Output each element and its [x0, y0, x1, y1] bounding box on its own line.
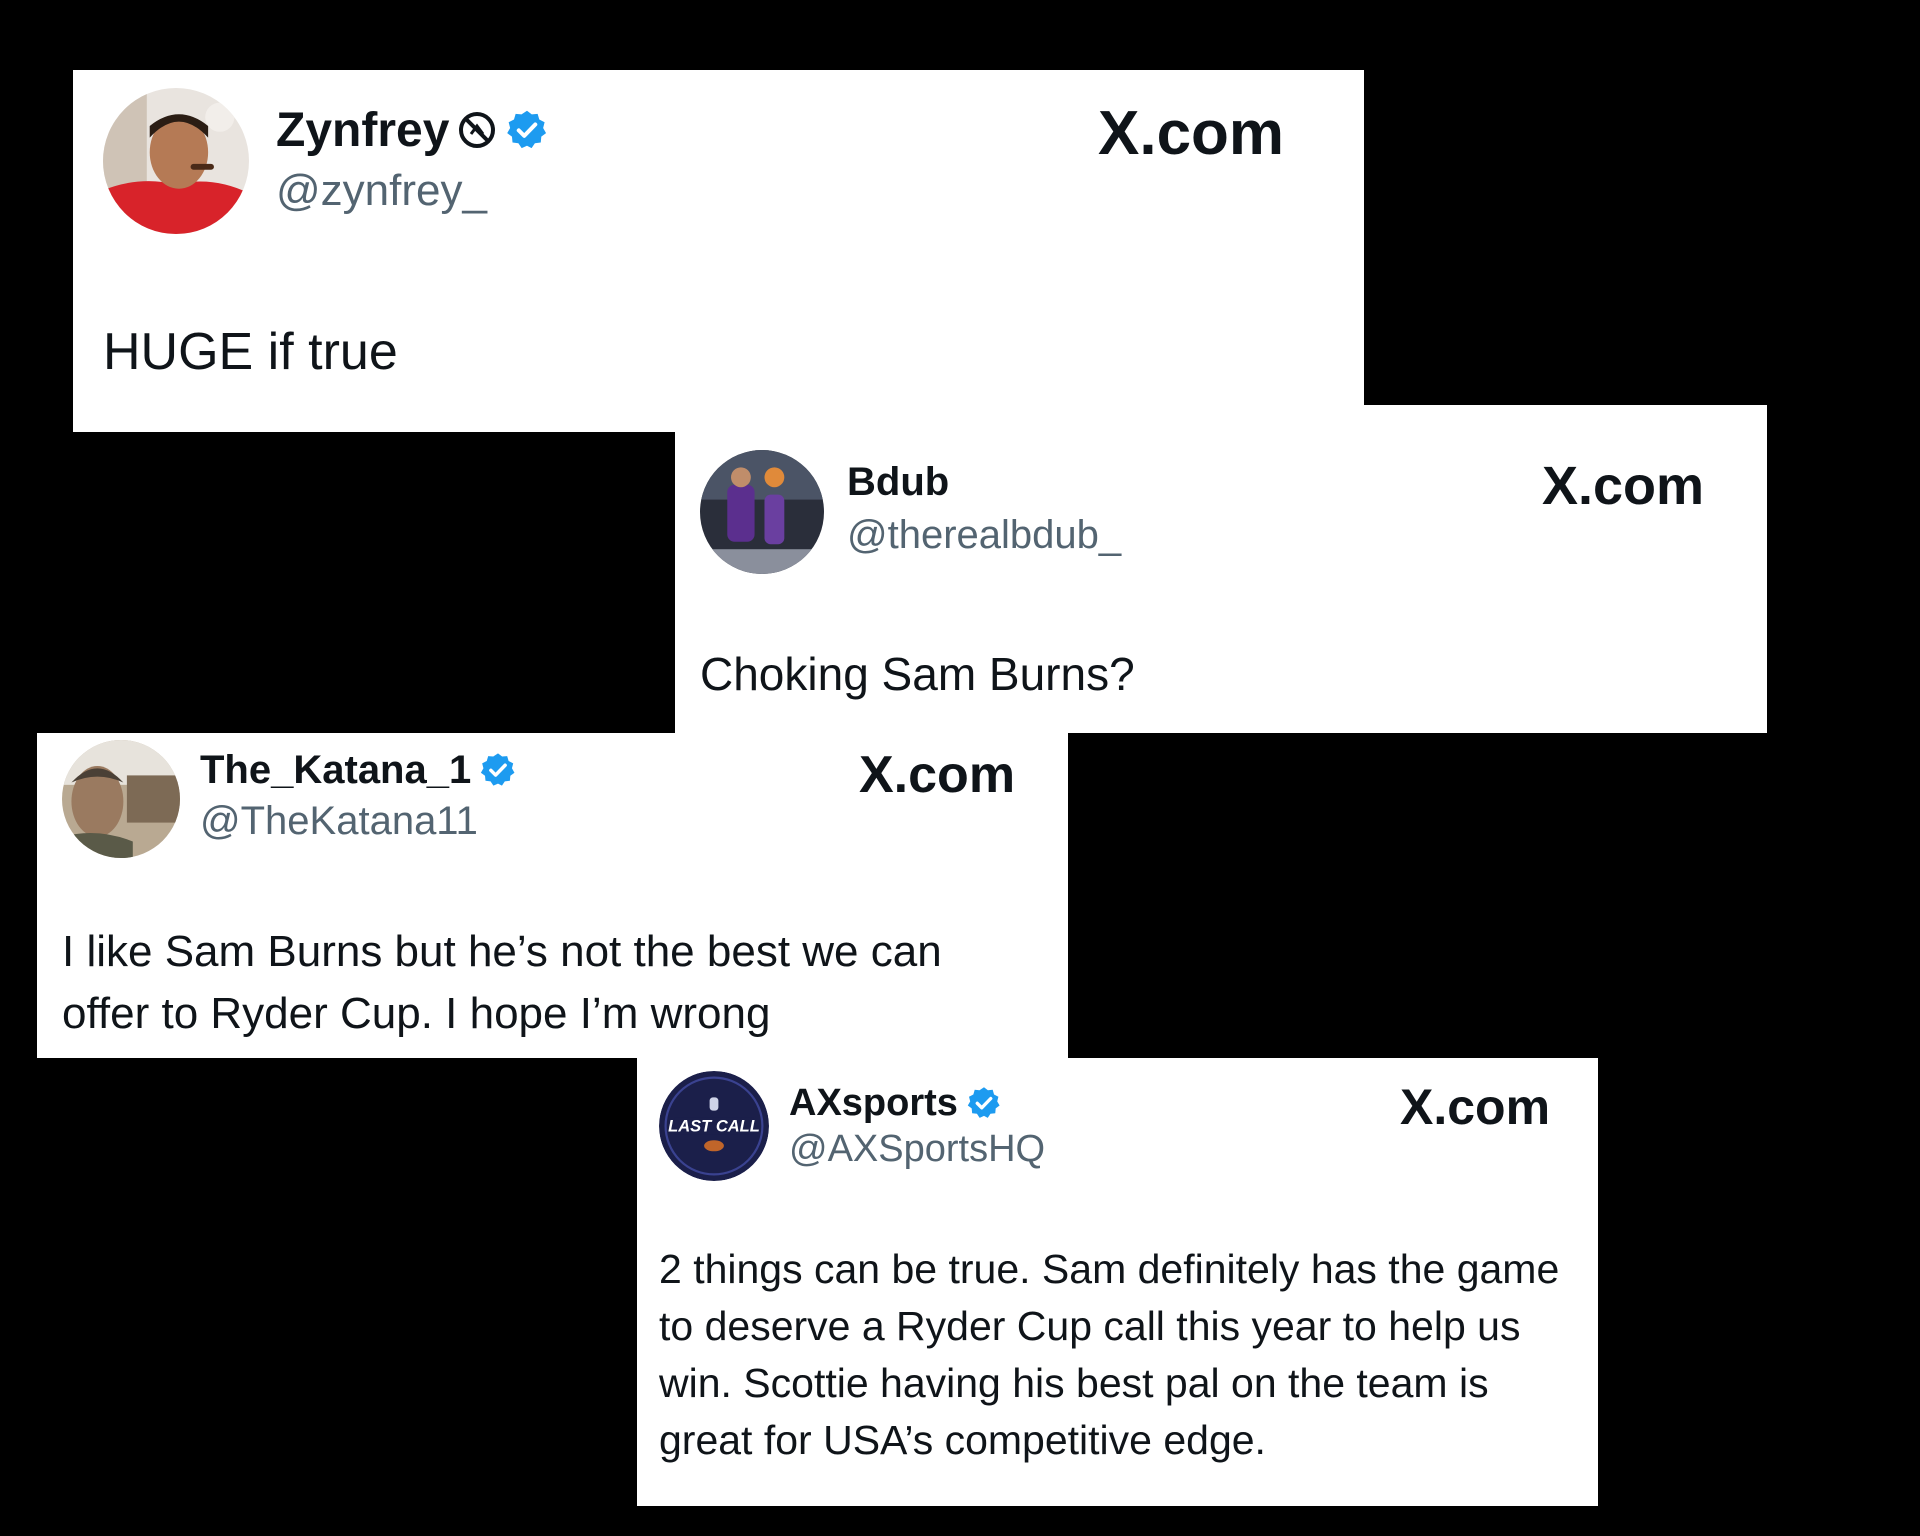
verified-badge-icon	[505, 108, 549, 152]
post-card-zynfrey: Zynfrey @zynfrey_ X.com HUGE if true	[73, 70, 1364, 432]
post-card-axsports: LAST CALL AXsports @AXSportsHQ X.com 2 t…	[637, 1058, 1598, 1506]
post-text: Choking Sam Burns?	[700, 648, 1135, 700]
avatar-logo-text: LAST CALL	[668, 1118, 760, 1136]
post-text: 2 things can be true. Sam definitely has…	[659, 1241, 1559, 1469]
handle[interactable]: @TheKatana11	[200, 799, 478, 844]
site-label: X.com	[1098, 99, 1285, 168]
post-card-the-katana-1: The_Katana_1 @TheKatana11 X.com I like S…	[37, 733, 1068, 1058]
post-text-line: 2 things can be true. Sam definitely has…	[659, 1246, 1560, 1292]
man-outdoors-avatar-icon	[62, 740, 180, 858]
display-name[interactable]: The_Katana_1	[200, 748, 471, 793]
avatar[interactable]	[700, 450, 824, 574]
post-text-line: I like Sam Burns but he’s not the best w…	[62, 927, 942, 976]
post-text-line: win. Scottie having his best pal on the …	[659, 1360, 1489, 1406]
post-card-bdub: Bdub @therealbdub_ X.com Choking Sam Bur…	[675, 405, 1767, 733]
display-name[interactable]: Bdub	[847, 460, 949, 505]
post-text-line: to deserve a Ryder Cup call this year to…	[659, 1303, 1521, 1349]
avatar[interactable]	[62, 740, 180, 858]
handle[interactable]: @AXSportsHQ	[789, 1128, 1045, 1171]
restricted-circle-icon	[457, 110, 497, 150]
site-label: X.com	[1400, 1079, 1551, 1135]
last-call-logo-avatar-icon: LAST CALL	[659, 1071, 769, 1181]
site-label: X.com	[1542, 456, 1705, 516]
handle[interactable]: @zynfrey_	[276, 166, 487, 216]
site-label: X.com	[859, 746, 1016, 804]
display-name[interactable]: AXsports	[789, 1082, 958, 1125]
post-text-line: great for USA’s competitive edge.	[659, 1417, 1266, 1463]
display-name[interactable]: Zynfrey	[276, 103, 449, 158]
post-text: HUGE if true	[103, 323, 398, 381]
verified-badge-icon	[479, 751, 517, 789]
verified-badge-icon	[966, 1085, 1002, 1121]
post-text-line: offer to Ryder Cup. I hope I’m wrong	[62, 989, 771, 1038]
handle[interactable]: @therealbdub_	[847, 513, 1121, 558]
post-text: I like Sam Burns but he’s not the best w…	[62, 921, 942, 1045]
avatar[interactable]: LAST CALL	[659, 1071, 769, 1181]
basketball-player-avatar-icon	[700, 450, 824, 574]
avatar[interactable]	[103, 88, 249, 234]
man-red-shirt-avatar-icon	[103, 88, 249, 234]
